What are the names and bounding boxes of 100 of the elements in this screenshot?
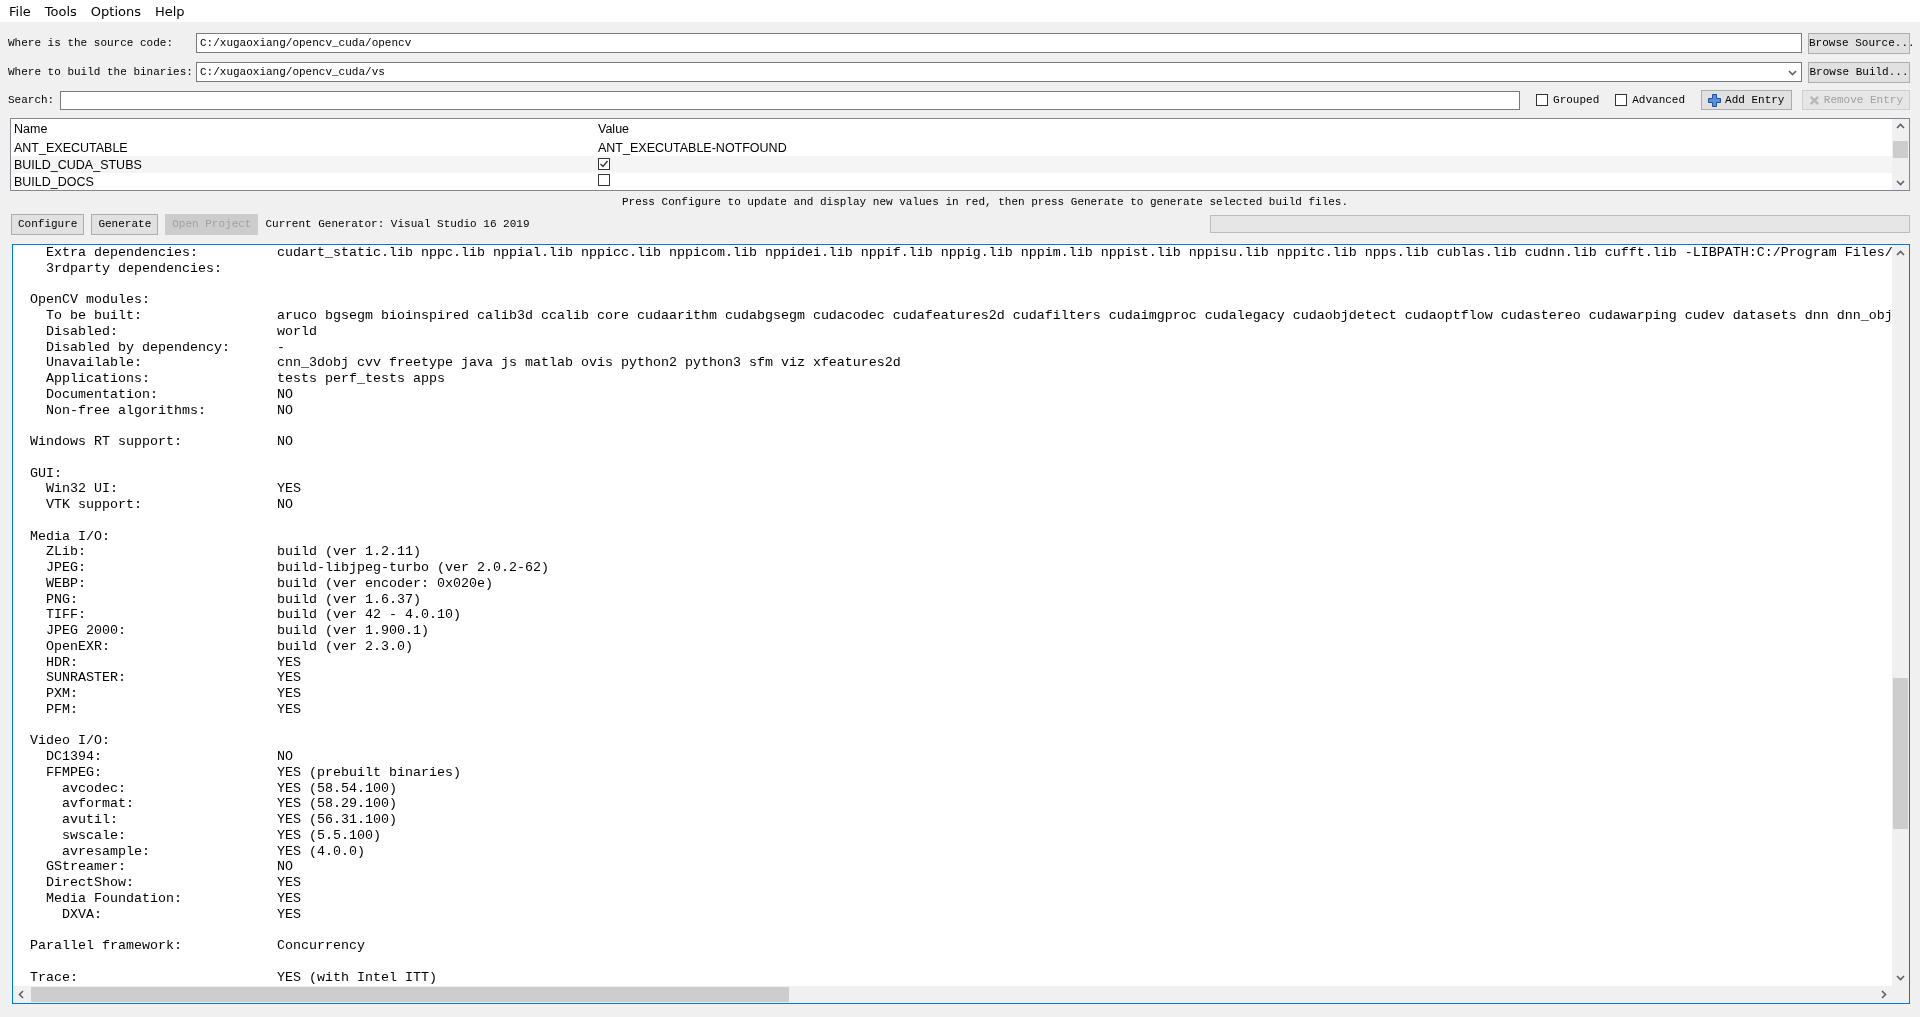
add-entry-button[interactable]: Add Entry [1701,90,1792,110]
log-label: Disabled by dependency: [46,339,231,356]
log-value: - [277,339,285,356]
log-label: To be built: [46,308,143,324]
generator-label: Current Generator: Visual Studio 16 2019 [265,218,531,230]
log-value: NO [277,497,293,513]
log-label: GStreamer: [46,859,127,875]
log-label: Extra dependencies: [46,245,199,261]
log-heading: OpenCV modules: [30,292,151,308]
x-icon [1809,93,1820,107]
log-label: Unavailable: [46,355,143,371]
log-value: NO [277,434,293,450]
browse-button[interactable]: Browse Source... [1808,32,1910,54]
path-field[interactable]: C:/xugaoxiang/opencv_cuda/opencv [196,33,1802,53]
log-value: YES [277,890,301,907]
log-label: 3rdparty dependencies: [46,260,223,277]
menu-item[interactable]: Tools [37,1,84,21]
log-heading: Trace: [30,969,79,986]
log-label: avformat: [62,796,135,812]
scrollbar[interactable] [1892,119,1909,190]
log-value: build (ver 1.900.1) [277,623,429,639]
action-button[interactable]: Configure [11,213,85,235]
menu-item[interactable]: File [2,1,38,21]
log-value: build (ver 1.6.37) [277,591,421,608]
log-value: YES (58.29.100) [277,796,397,812]
log-label: WEBP: [46,575,87,592]
log-value: world [277,323,317,340]
log-value: YES [277,875,301,891]
log-value: tests perf_tests apps [277,371,445,387]
column-header[interactable]: Value [598,122,1892,136]
log-value: build (ver 2.3.0) [277,638,413,655]
log-label: OpenEXR: [46,638,111,655]
scrollbar[interactable] [13,986,1892,1003]
scrollbar-thumb[interactable] [31,987,789,1002]
checkbox-label: Advanced [1632,94,1686,106]
log-label: SUNRASTER: [46,670,127,686]
log-value: NO [277,749,293,765]
checkbox[interactable] [1615,94,1628,106]
log-label: Disabled: [46,323,119,340]
log-label: PFM: [46,701,79,718]
status-message: Press Configure to update and display new values in red, then press Generate to generate selected build files. [620,195,1350,210]
browse-button[interactable]: Browse Build... [1808,61,1910,83]
log-value: NO [277,402,293,419]
log-label: Non-free algorithms: [46,402,207,419]
log-heading: Parallel framework: [30,938,183,954]
log-value: Concurrency [277,938,365,954]
log-label: JPEG 2000: [46,623,127,639]
log-label: TIFF: [46,607,87,623]
log-label: avcodec: [62,780,127,797]
plus-icon [1708,93,1722,107]
path-field[interactable]: C:/xugaoxiang/opencv_cuda/vs [196,62,1802,82]
checkbox[interactable] [598,174,610,186]
scrollbar[interactable] [1892,245,1909,986]
column-header[interactable]: Name [14,122,598,136]
log-label: Documentation: [46,386,159,403]
log-label: avutil: [62,812,119,828]
log-label: Win32 UI: [46,481,119,497]
field-label: Where to build the binaries: [8,66,190,78]
log-value: YES (58.54.100) [277,780,397,797]
log-label: PNG: [46,591,79,608]
menu-item[interactable]: Help [147,1,192,21]
checkbox[interactable] [598,157,610,170]
log-value: aruco bgsegm bioinspired calib3d ccalib core cudaarithm cudabgsegm cudacodec cudafeatures2d cudafilters cudaimgproc cudalegacy cudaobjdetect cudaoptflow cudastereo cudawarping cudev datasets dnn dnn_obj [277,308,1892,324]
log-heading: Windows RT support: [30,434,183,450]
table-cell-text: BUILD_DOCS [14,174,95,189]
checkbox[interactable] [1536,94,1549,106]
search-label: Search: [8,94,55,106]
table-cell-text: BUILD_CUDA_STUBS [14,157,143,172]
log-value: build-libjpeg-turbo (ver 2.0.2-62) [277,560,549,576]
log-heading: GUI: [30,465,63,482]
log-label: PXM: [46,686,79,702]
log-label: DC1394: [46,749,103,765]
log-value: NO [277,386,293,403]
log-value: cnn_3dobj cvv freetype java js matlab ovis python2 python3 sfm viz xfeatures2d [277,355,901,371]
log-value: YES [277,670,301,686]
log-value: YES (with Intel ITT) [277,969,437,986]
log-label: FFMPEG: [46,764,103,781]
log-label: DirectShow: [46,875,135,891]
log-value: YES [277,654,301,671]
log-label: avresample: [62,843,151,860]
scrollbar-thumb[interactable] [1893,678,1908,829]
action-button[interactable]: Generate [91,213,159,235]
log-value: build (ver 1.2.11) [277,544,421,560]
log-heading: Media I/O: [30,528,111,545]
log-value: NO [277,859,293,875]
scrollbar-thumb[interactable] [1893,141,1908,158]
log-value: YES [277,701,301,718]
search-field[interactable] [60,90,1521,110]
log-value: build (ver encoder: 0x020e) [277,575,493,592]
log-value: build (ver 42 - 4.0.10) [277,607,461,623]
log-label: DXVA: [62,906,103,923]
table-cell-text: ANT_EXECUTABLE [14,140,129,155]
log-value: YES [277,481,301,497]
log-value: YES (56.31.100) [277,812,397,828]
menu-item[interactable]: Options [83,1,148,21]
log-value: YES [277,906,301,923]
table-cell-text: ANT_EXECUTABLE-NOTFOUND [598,140,788,155]
log-label: VTK support: [46,497,143,513]
log-value: YES (5.5.100) [277,827,381,844]
log-label: ZLib: [46,544,87,560]
